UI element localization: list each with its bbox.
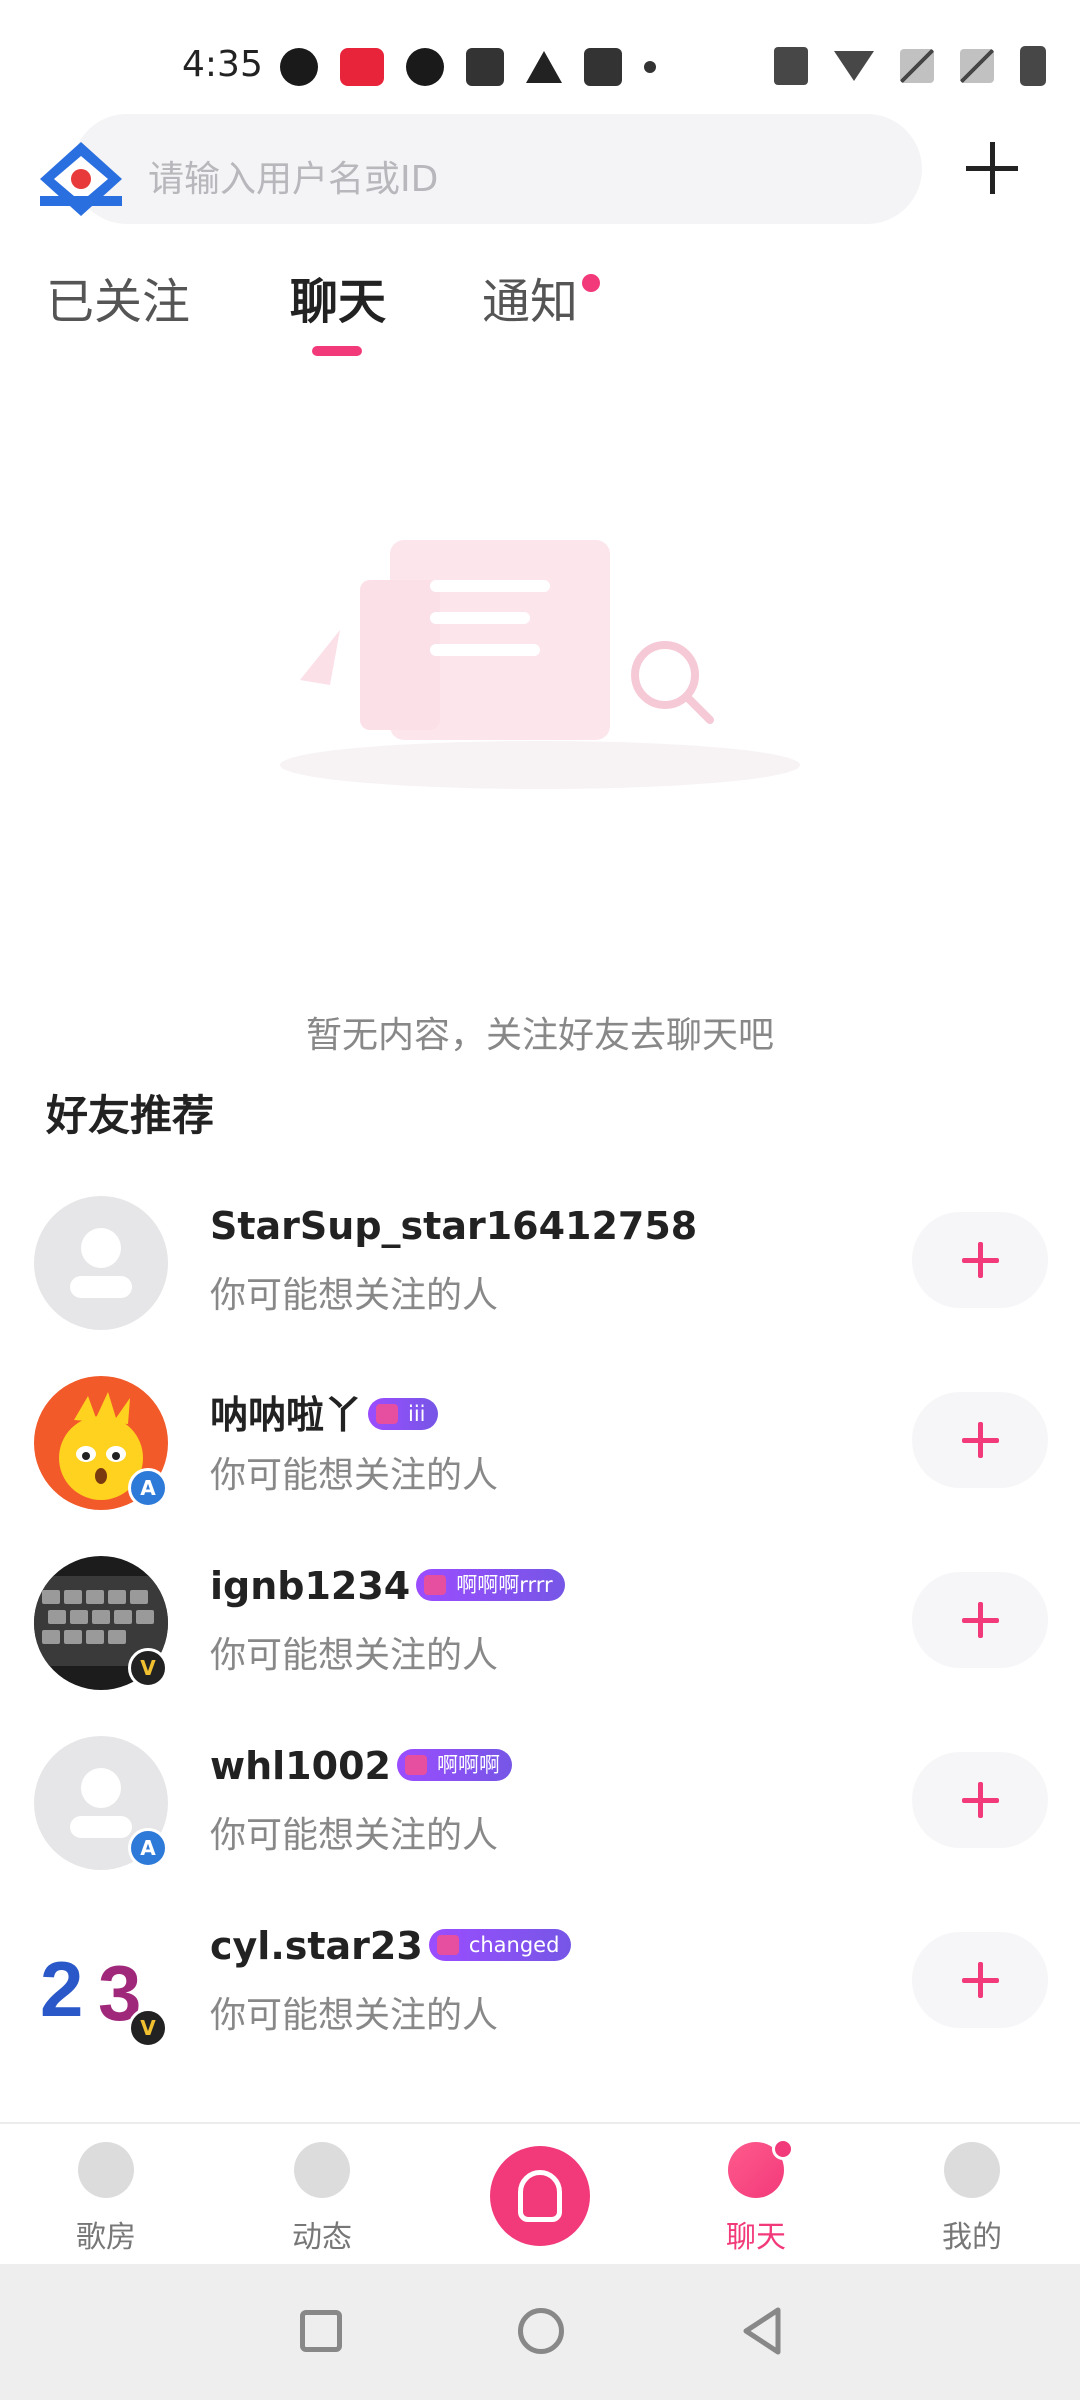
follow-button[interactable]	[912, 1212, 1048, 1308]
nav-label: 我的	[942, 2220, 1002, 2255]
avatar[interactable]	[34, 1196, 168, 1330]
chat-unread-dot	[772, 2138, 794, 2160]
empty-state-text: 暂无内容，关注好友去聊天吧	[305, 1015, 774, 1056]
user-name: StarSup_star16412758	[210, 1204, 698, 1248]
tab-bar: 已关注 聊天 通知	[0, 262, 1080, 362]
follow-button[interactable]	[912, 1752, 1048, 1848]
status-time: 4:35	[182, 44, 263, 85]
user-subtitle: 你可能想关注的人	[210, 1815, 499, 1856]
battery-icon	[1020, 46, 1046, 86]
user-name: ignb1234 啊啊啊rrrr	[210, 1564, 565, 1608]
search-input[interactable]: 请输入用户名或ID	[72, 114, 922, 224]
svg-text:2: 2	[40, 1945, 83, 2033]
home-button[interactable]	[518, 2308, 564, 2354]
system-status-icons	[774, 46, 1046, 86]
wifi-icon	[834, 51, 874, 81]
user-name: 呐呐啦丫 iii	[210, 1384, 438, 1439]
nav-label: 动态	[292, 2220, 352, 2255]
empty-state-illustration	[280, 540, 800, 789]
add-button[interactable]	[962, 138, 1022, 198]
no-signal-2-icon	[960, 49, 994, 83]
tab-indicator	[312, 346, 362, 356]
tab-following[interactable]: 已关注	[46, 262, 190, 332]
bottom-nav: 歌房 动态 聊天 我的	[0, 2122, 1080, 2264]
follow-button[interactable]	[912, 1572, 1048, 1668]
no-signal-icon	[900, 49, 934, 83]
nav-item-chat[interactable]: 聊天	[686, 2124, 826, 2266]
list-item[interactable]: A whl1002 啊啊啊 你可能想关注的人	[0, 1732, 1080, 1882]
system-nav-bar	[0, 2264, 1080, 2400]
microphone-icon	[518, 2170, 562, 2222]
more-dot-icon	[644, 61, 656, 73]
nav-label: 聊天	[726, 2220, 786, 2255]
status-bar: 4:35	[0, 0, 1080, 130]
vip-badge-icon: V	[128, 2008, 168, 2048]
recents-button[interactable]	[300, 2310, 342, 2352]
user-subtitle: 你可能想关注的人	[210, 1275, 499, 1316]
nav-item-ktv-room[interactable]: 歌房	[36, 2124, 176, 2266]
user-subtitle: 你可能想关注的人	[210, 1995, 499, 2036]
notification-icons	[280, 48, 656, 86]
tab-chat[interactable]: 聊天	[290, 262, 386, 332]
list-item[interactable]: StarSup_star16412758 你可能想关注的人	[0, 1192, 1080, 1342]
search-placeholder: 请输入用户名或ID	[148, 159, 439, 200]
user-tag: 啊啊啊rrrr	[416, 1568, 565, 1601]
sing-button[interactable]	[490, 2146, 590, 2246]
nav-label: 歌房	[76, 2220, 136, 2255]
user-subtitle: 你可能想关注的人	[210, 1635, 499, 1676]
vibrate-icon	[774, 47, 808, 85]
list-item[interactable]: V ignb1234 啊啊啊rrrr 你可能想关注的人	[0, 1552, 1080, 1702]
app-notification-icon	[280, 48, 318, 86]
verified-badge-icon: A	[128, 1468, 168, 1508]
planet-icon	[294, 2142, 350, 2198]
nav-item-feed[interactable]: 动态	[252, 2124, 392, 2266]
vip-badge-icon: V	[128, 1648, 168, 1688]
header: 请输入用户名或ID	[0, 112, 1080, 232]
list-item[interactable]: A 呐呐啦丫 iii 你可能想关注的人	[0, 1372, 1080, 1522]
list-item[interactable]: 2 3 V cyl.star23 changed 你可能想关注的人	[0, 1912, 1080, 2062]
user-tag: iii	[368, 1397, 438, 1430]
user-tag: changed	[428, 1928, 572, 1961]
follow-button[interactable]	[912, 1392, 1048, 1488]
notification-dot	[582, 274, 600, 292]
tiktok-icon	[406, 48, 444, 86]
ktv-room-icon	[78, 2142, 134, 2198]
nav-item-profile[interactable]: 我的	[902, 2124, 1042, 2266]
user-tag: 啊啊啊	[396, 1748, 512, 1781]
default-avatar-icon	[70, 1228, 132, 1298]
follow-button[interactable]	[912, 1932, 1048, 2028]
wallet-icon	[466, 48, 504, 86]
user-subtitle: 你可能想关注的人	[210, 1455, 499, 1496]
xiaohongshu-icon	[340, 48, 384, 86]
download-icon	[584, 48, 622, 86]
user-name: whl1002 啊啊啊	[210, 1744, 512, 1788]
profile-icon	[944, 2142, 1000, 2198]
app-logo-icon	[40, 142, 122, 216]
warning-icon	[526, 51, 562, 83]
tab-notifications[interactable]: 通知	[482, 262, 578, 332]
back-button[interactable]	[740, 2306, 784, 2356]
user-name: cyl.star23 changed	[210, 1924, 572, 1968]
recommend-title: 好友推荐	[46, 1091, 215, 1140]
verified-badge-icon: A	[128, 1828, 168, 1868]
